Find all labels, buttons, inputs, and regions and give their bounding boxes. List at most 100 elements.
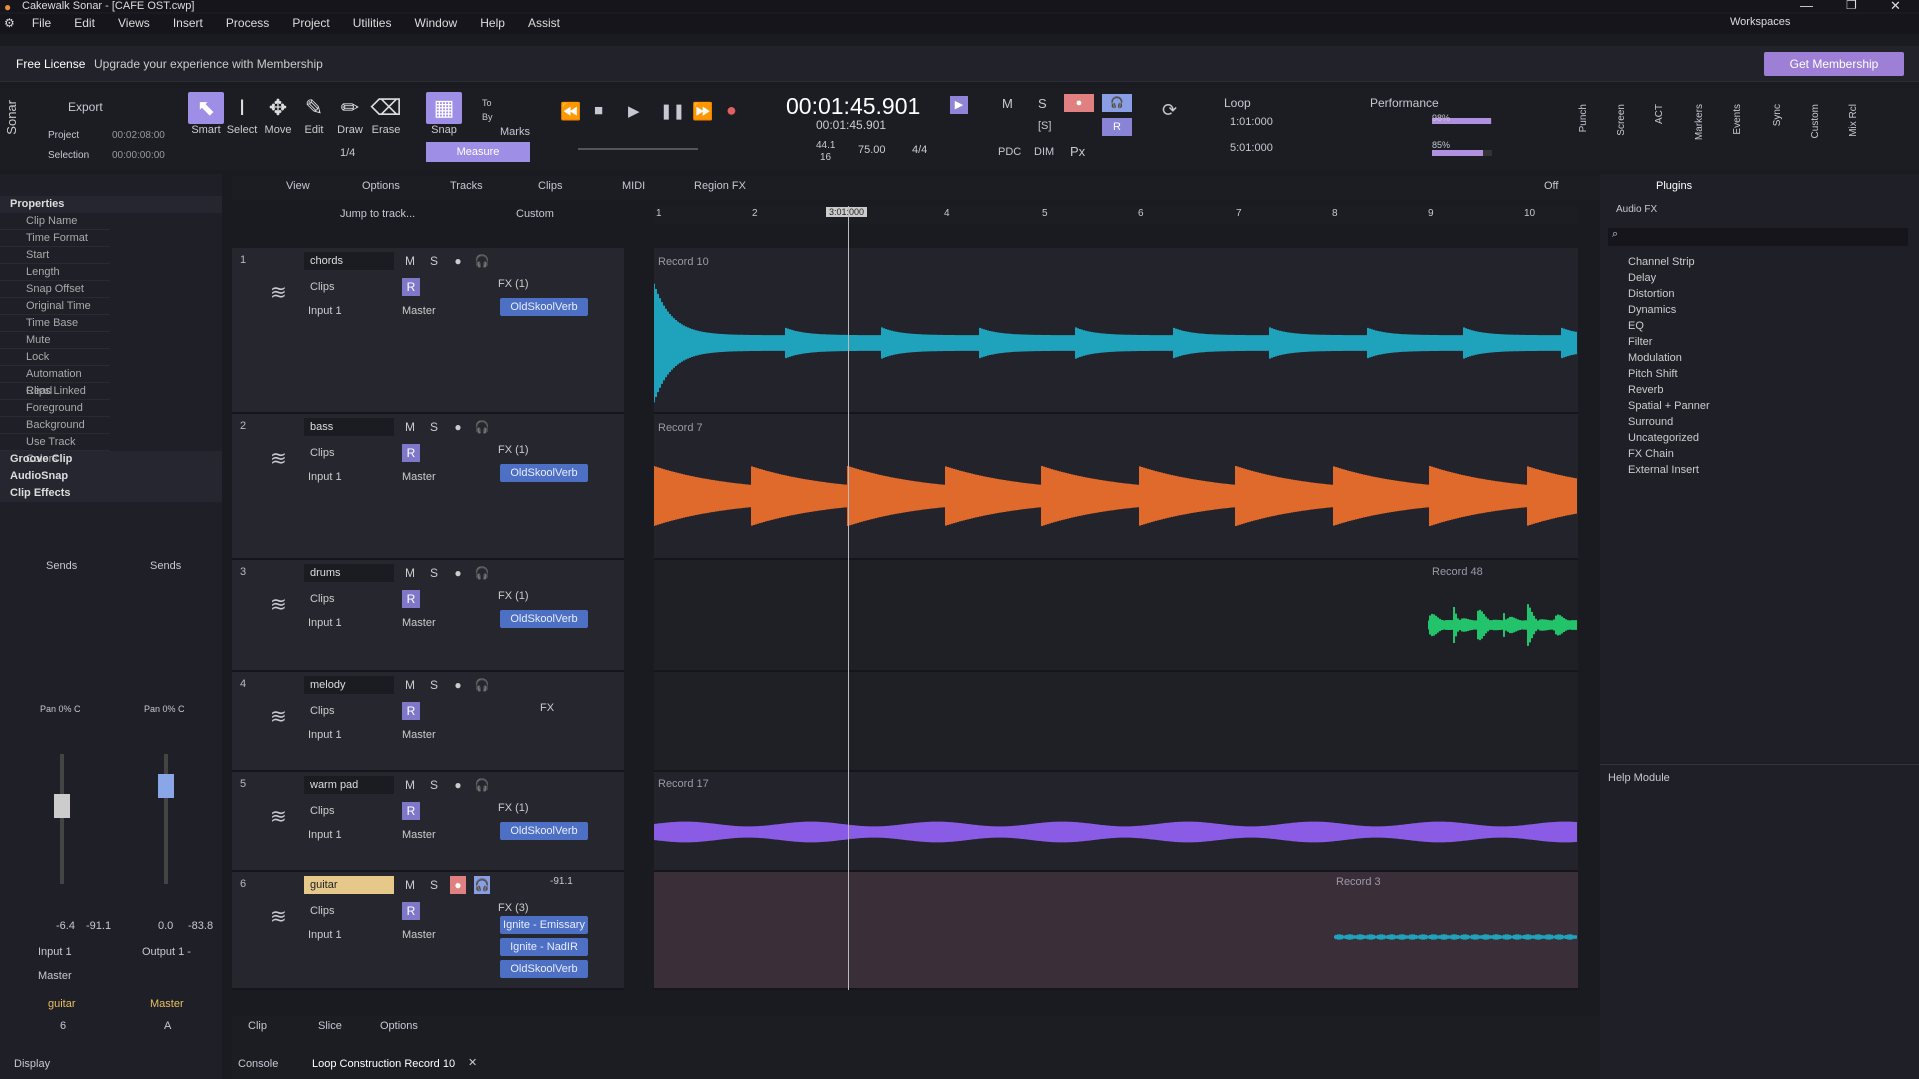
transport-scrubber[interactable] bbox=[578, 148, 698, 150]
clips-pane[interactable]: Record 10 Record 7 Record 48 Record 17 R… bbox=[654, 206, 1578, 990]
output-dropdown[interactable]: Master bbox=[402, 926, 482, 944]
meter-display[interactable]: 4/4 bbox=[912, 144, 927, 156]
draw-tool[interactable]: ✏ Draw bbox=[332, 92, 368, 144]
track-5-header[interactable]: 5 warm pad M S ● 🎧 ≋ Clips Input 1 Maste… bbox=[232, 772, 624, 872]
marks-label[interactable]: Marks bbox=[500, 126, 530, 138]
px-button[interactable]: Px bbox=[1070, 144, 1085, 159]
read-button[interactable]: R bbox=[402, 278, 420, 296]
record-icon[interactable]: ● bbox=[726, 100, 737, 121]
track-name[interactable]: guitar bbox=[304, 876, 394, 894]
menu-views[interactable]: Views bbox=[108, 14, 160, 32]
snap-off-toggle[interactable]: Off bbox=[1544, 180, 1558, 192]
prop-time-format[interactable]: Time Format bbox=[0, 230, 110, 247]
solo-button[interactable]: S bbox=[426, 776, 442, 794]
menu-utilities[interactable]: Utilities bbox=[343, 14, 402, 32]
input-echo-icon[interactable]: 🎧 bbox=[474, 564, 490, 582]
prop-use-track-colors[interactable]: Use Track Colors bbox=[0, 434, 110, 465]
erase-tool[interactable]: ⌫ Erase bbox=[368, 92, 404, 144]
workspaces-dropdown[interactable]: Workspaces bbox=[1720, 14, 1800, 30]
input-dropdown[interactable]: Input 1 bbox=[304, 614, 388, 632]
loop-end[interactable]: 5:01:000 bbox=[1230, 142, 1273, 154]
input-dropdown[interactable]: Input 1 bbox=[304, 468, 388, 486]
prop-clips-linked[interactable]: Clips Linked bbox=[0, 383, 110, 400]
mute-button[interactable]: M bbox=[402, 252, 418, 270]
clips-dropdown[interactable]: Clips bbox=[304, 590, 388, 608]
clip-waveform[interactable] bbox=[654, 792, 1578, 872]
volume-fader-2[interactable] bbox=[158, 754, 174, 884]
fx-bin-label[interactable]: FX bbox=[540, 702, 554, 714]
track-2-lane[interactable]: Record 7 bbox=[654, 414, 1578, 560]
arm-icon[interactable]: ● bbox=[450, 418, 466, 436]
prop-snap-offset[interactable]: Snap Offset bbox=[0, 281, 110, 298]
mix-recall-module[interactable]: Mix Rcl bbox=[1848, 104, 1859, 137]
audiosnap-section[interactable]: AudioSnap bbox=[0, 468, 222, 485]
track-name[interactable]: chords bbox=[304, 252, 394, 270]
input-echo-icon[interactable]: 🎧 bbox=[474, 418, 490, 436]
pause-icon[interactable]: ❚❚ bbox=[660, 102, 685, 120]
prop-time-base[interactable]: Time Base bbox=[0, 315, 110, 332]
read-automation-button[interactable]: R bbox=[1102, 118, 1132, 136]
track-1-header[interactable]: 1 chords M S ● 🎧 ≋ Clips Input 1 Master … bbox=[232, 248, 624, 414]
plugin-category[interactable]: Uncategorized bbox=[1600, 430, 1919, 446]
prop-automation-read[interactable]: Automation Read bbox=[0, 366, 110, 397]
prop-start[interactable]: Start bbox=[0, 247, 110, 264]
track-6-lane[interactable]: Record 3 bbox=[654, 872, 1578, 990]
clip-name[interactable]: Record 10 bbox=[658, 256, 709, 268]
clips-dropdown[interactable]: Clips bbox=[304, 802, 388, 820]
menu-project[interactable]: Project bbox=[282, 14, 339, 32]
app-menu-icon[interactable]: ⚙ bbox=[0, 14, 19, 32]
rewind-icon[interactable]: ⏪ bbox=[560, 102, 581, 122]
input-echo-icon[interactable]: 🎧 bbox=[474, 252, 490, 270]
track-name[interactable]: warm pad bbox=[304, 776, 394, 794]
solo-all-button[interactable]: S bbox=[1038, 96, 1047, 111]
input-dropdown[interactable]: Input 1 bbox=[304, 726, 388, 744]
menu-assist[interactable]: Assist bbox=[518, 14, 570, 32]
arm-icon[interactable]: ● bbox=[450, 676, 466, 694]
get-membership-button[interactable]: Get Membership bbox=[1764, 52, 1904, 76]
track-menu-clips[interactable]: Clips bbox=[538, 180, 562, 192]
track-4-header[interactable]: 4 melody M S ● 🎧 ≋ Clips Input 1 Master … bbox=[232, 672, 624, 772]
track-name[interactable]: drums bbox=[304, 564, 394, 582]
clips-dropdown[interactable]: Clips bbox=[304, 444, 388, 462]
track-5-lane[interactable]: Record 17 bbox=[654, 772, 1578, 872]
solo-button[interactable]: S bbox=[426, 676, 442, 694]
clip-waveform[interactable] bbox=[1334, 892, 1578, 982]
fx-bin-label[interactable]: FX (1) bbox=[498, 590, 529, 602]
pan-label-1[interactable]: Pan 0% C bbox=[40, 704, 81, 714]
punch-module[interactable]: Punch bbox=[1578, 104, 1589, 132]
time-ruler[interactable]: 1 2 3:01:000 4 5 6 7 8 9 10 bbox=[654, 206, 1578, 224]
clips-dropdown[interactable]: Clips bbox=[304, 278, 388, 296]
input-echo-icon[interactable]: 🎧 bbox=[1102, 94, 1132, 112]
loop-start[interactable]: 1:01:000 bbox=[1230, 116, 1273, 128]
menu-insert[interactable]: Insert bbox=[163, 14, 213, 32]
output-dropdown[interactable]: Master bbox=[402, 726, 482, 744]
now-time-cursor[interactable] bbox=[848, 206, 849, 990]
prop-mute[interactable]: Mute bbox=[0, 332, 110, 349]
plugin-category[interactable]: Reverb bbox=[1600, 382, 1919, 398]
read-button[interactable]: R bbox=[402, 702, 420, 720]
clips-dropdown[interactable]: Clips bbox=[304, 702, 388, 720]
slice-menu[interactable]: Slice bbox=[318, 1020, 342, 1032]
output-dropdown[interactable]: Master bbox=[402, 614, 482, 632]
jump-to-track[interactable]: Jump to track... bbox=[340, 208, 415, 220]
prop-background[interactable]: Background bbox=[0, 417, 110, 434]
input-echo-icon[interactable]: 🎧 bbox=[474, 776, 490, 794]
markers-module[interactable]: Markers bbox=[1694, 104, 1705, 140]
close-icon[interactable]: ✕ bbox=[1890, 0, 1901, 14]
clip-name[interactable]: Record 17 bbox=[658, 778, 709, 790]
track-3-header[interactable]: 3 drums M S ● 🎧 ≋ Clips Input 1 Master R… bbox=[232, 560, 624, 672]
read-button[interactable]: R bbox=[402, 802, 420, 820]
export-project-radio[interactable]: Project bbox=[48, 130, 79, 141]
properties-header[interactable]: Properties bbox=[0, 196, 222, 213]
clip-menu[interactable]: Clip bbox=[248, 1020, 267, 1032]
clip-name[interactable]: Record 3 bbox=[1336, 876, 1381, 888]
plugin-category[interactable]: FX Chain bbox=[1600, 446, 1919, 462]
prop-lock[interactable]: Lock bbox=[0, 349, 110, 366]
output-dropdown[interactable]: Master bbox=[402, 826, 482, 844]
fast-forward-icon[interactable]: ⏩ bbox=[692, 102, 713, 122]
move-tool[interactable]: ✥ Move bbox=[260, 92, 296, 144]
screen-module[interactable]: Screen bbox=[1616, 104, 1627, 136]
fx-bin-label[interactable]: FX (1) bbox=[498, 444, 529, 456]
plugin-category[interactable]: Pitch Shift bbox=[1600, 366, 1919, 382]
plugin-category[interactable]: EQ bbox=[1600, 318, 1919, 334]
